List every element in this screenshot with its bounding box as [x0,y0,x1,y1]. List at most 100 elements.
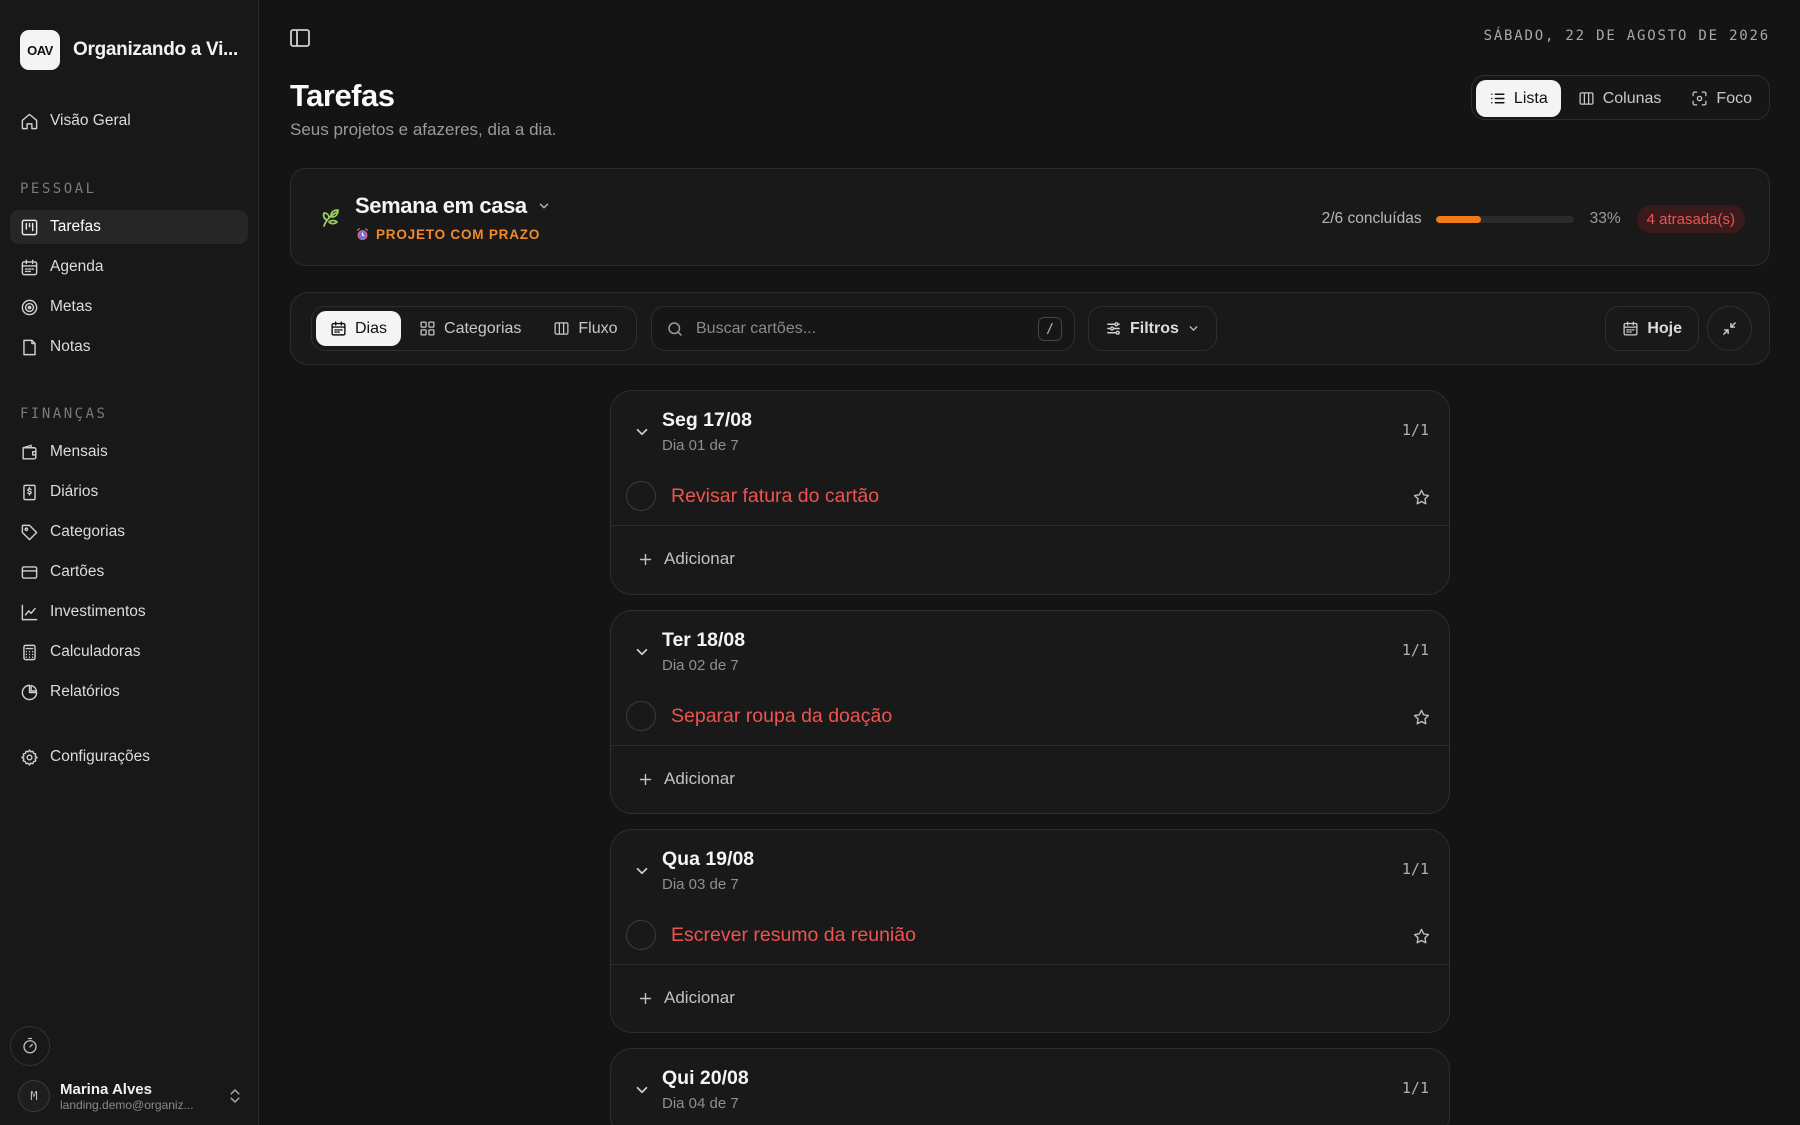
day-header[interactable]: Qui 20/08 Dia 04 de 7 1/1 [611,1049,1449,1125]
brand[interactable]: OAV Organizando a Vi... [20,30,238,70]
progress-fill [1435,215,1482,223]
sidebar-item-mensais[interactable]: Mensais [10,435,248,469]
columns-icon [553,320,570,337]
task-checkbox[interactable] [626,701,656,731]
add-task-button[interactable]: Adicionar [611,746,1449,812]
wallet-icon [20,443,39,462]
sidebar-item-configuracoes[interactable]: Configurações [10,740,248,774]
sidebar-item-label: Diários [50,483,99,500]
task-title[interactable]: Escrever resumo da reunião [671,924,916,947]
task-row[interactable]: Revisar fatura do cartão [611,475,1449,526]
filters-label: Filtros [1130,319,1179,337]
minimize-icon [1721,320,1738,337]
chevron-down-icon[interactable] [633,862,651,880]
today-button[interactable]: Hoje [1605,306,1699,351]
late-badge[interactable]: 4 atrasada(s) [1636,205,1745,233]
sidebar-item-label: Agenda [50,258,104,275]
sidebar-item-tarefas[interactable]: Tarefas [10,210,248,244]
section-label-finance: FINANÇAS [20,406,108,422]
add-label: Adicionar [664,769,735,788]
sidebar-item-relatorios[interactable]: Relatórios [10,675,248,709]
search-input[interactable] [696,319,1016,338]
task-title[interactable]: Separar roupa da doação [671,705,892,728]
day-subtitle: Dia 02 de 7 [662,657,739,674]
brand-name: Organizando a Vi... [73,39,238,60]
sidebar-toggle-button[interactable] [288,26,312,50]
plus-icon [637,771,654,788]
filters-button[interactable]: Filtros [1088,306,1217,351]
sidebar-item-metas[interactable]: Metas [10,290,248,324]
current-date: SÁBADO, 22 DE AGOSTO DE 2026 [1483,28,1770,44]
add-label: Adicionar [664,988,735,1007]
view-switcher: Lista Colunas Foco [1470,75,1770,120]
view-label: Colunas [1602,89,1662,107]
view-label: Foco [1716,89,1752,107]
chevron-down-icon[interactable] [633,423,651,441]
collapse-all-button[interactable] [1707,306,1752,351]
project-selector[interactable]: Semana em casa [355,193,551,219]
group-flow-button[interactable]: Fluxo [539,311,631,346]
day-header[interactable]: Qua 19/08 Dia 03 de 7 1/1 [611,830,1449,914]
task-title[interactable]: Revisar fatura do cartão [671,485,879,508]
timer-button[interactable] [10,1026,50,1066]
task-row[interactable]: Escrever resumo da reunião [611,914,1449,965]
sidebar-item-notas[interactable]: Notas [10,330,248,364]
section-label-personal: PESSOAL [20,181,97,197]
view-columns-button[interactable]: Colunas [1565,80,1675,117]
search-shortcut: / [1038,317,1062,341]
search-icon [666,320,684,338]
calendar-icon [20,258,39,277]
day-subtitle: Dia 03 de 7 [662,876,739,893]
chevron-down-icon[interactable] [633,643,651,661]
group-days-button[interactable]: Dias [316,311,402,346]
view-focus-button[interactable]: Foco [1678,80,1765,117]
sidebar-item-label: Notas [50,338,91,355]
day-header[interactable]: Seg 17/08 Dia 01 de 7 1/1 [611,391,1449,475]
brand-logo: OAV [20,30,60,70]
project-deadline-tag: PROJETO COM PRAZO [355,227,540,242]
day-subtitle: Dia 01 de 7 [662,437,739,454]
plus-icon [637,551,654,568]
group-categories-button[interactable]: Categorias [405,311,535,346]
sidebar-item-investimentos[interactable]: Investimentos [10,595,248,629]
kanban-icon [20,218,39,237]
sidebar-item-overview[interactable]: Visão Geral [10,104,248,138]
add-task-button[interactable]: Adicionar [611,526,1449,592]
sidebar-item-label: Tarefas [50,218,101,235]
star-icon[interactable] [1412,927,1431,946]
day-header[interactable]: Ter 18/08 Dia 02 de 7 1/1 [611,611,1449,695]
group-label: Dias [355,319,388,337]
star-icon[interactable] [1412,488,1431,507]
list-icon [1489,90,1506,107]
star-icon[interactable] [1412,708,1431,727]
chevron-down-icon[interactable] [633,1081,651,1099]
task-row[interactable]: Separar roupa da doação [611,695,1449,746]
day-card: Ter 18/08 Dia 02 de 7 1/1 Separar roupa … [610,610,1450,814]
project-stats: 2/6 concluídas 33% 4 atrasada(s) [1322,205,1745,233]
sidebar-item-diarios[interactable]: Diários [10,475,248,509]
completed-count: 2/6 concluídas [1321,210,1422,227]
day-subtitle: Dia 04 de 7 [662,1095,739,1112]
alarm-clock-icon [355,227,370,242]
day-count: 1/1 [1401,421,1429,439]
tag-icon [20,523,39,542]
user-email: landing.demo@organiz... [60,1097,194,1112]
user-menu[interactable]: M Marina Alves landing.demo@organiz... [18,1076,244,1116]
plus-icon [637,990,654,1007]
task-checkbox[interactable] [626,481,656,511]
pie-chart-icon [20,683,39,702]
add-task-button[interactable]: Adicionar [611,965,1449,1031]
sidebar-item-label: Categorias [50,523,125,540]
sidebar-item-cartoes[interactable]: Cartões [10,555,248,589]
sidebar-item-agenda[interactable]: Agenda [10,250,248,284]
home-icon [20,112,39,131]
task-checkbox[interactable] [626,920,656,950]
columns-icon [1578,90,1595,107]
sidebar-item-categorias[interactable]: Categorias [10,515,248,549]
grid-icon [419,320,436,337]
view-list-button[interactable]: Lista [1475,80,1561,117]
avatar: M [18,1080,50,1112]
sidebar-item-calculadoras[interactable]: Calculadoras [10,635,248,669]
day-card: Qui 20/08 Dia 04 de 7 1/1 [610,1048,1450,1125]
project-name: Semana em casa [355,193,527,218]
